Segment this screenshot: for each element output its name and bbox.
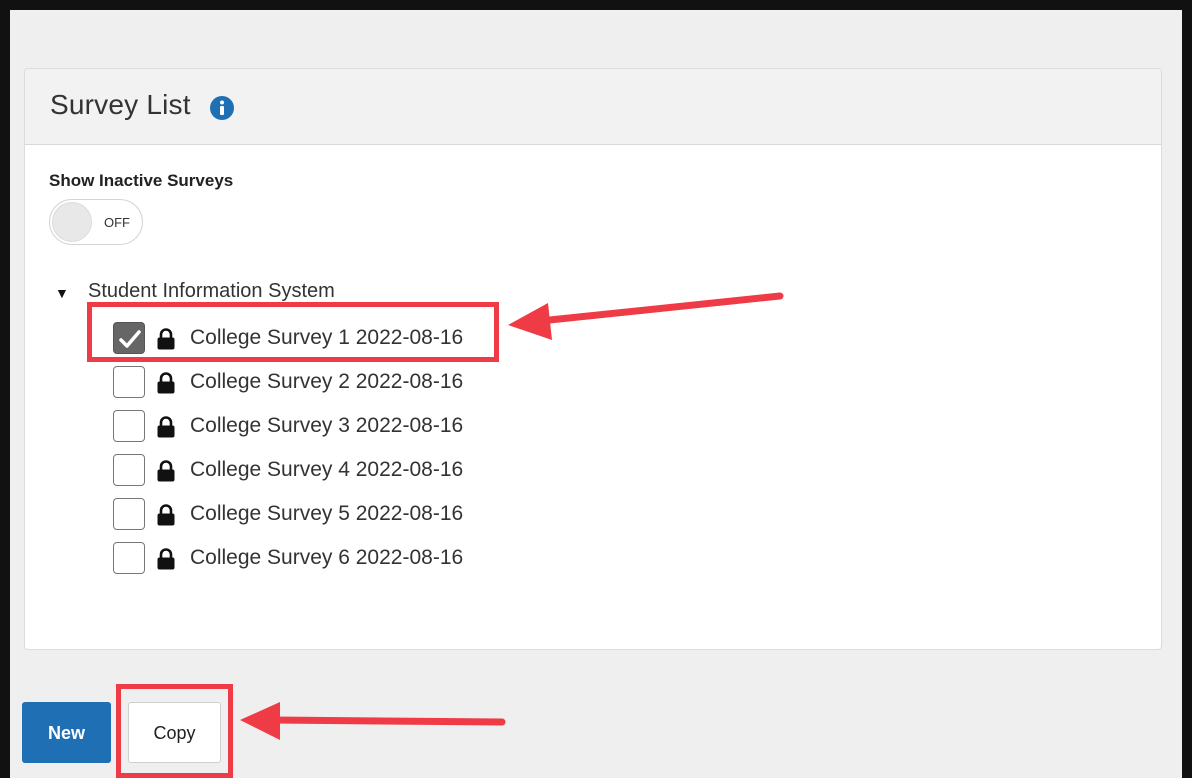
lock-icon: [157, 504, 175, 526]
show-inactive-toggle[interactable]: OFF: [49, 199, 143, 245]
highlight-box-survey-1: [87, 302, 499, 362]
toggle-knob: [52, 202, 92, 242]
panel-header: Survey List: [25, 69, 1161, 145]
survey-checkbox[interactable]: [113, 454, 145, 486]
lock-icon: [157, 548, 175, 570]
arrow-icon: [240, 702, 506, 740]
survey-checkbox[interactable]: [113, 366, 145, 398]
arrow-icon: [508, 292, 784, 340]
toggle-state-text: OFF: [104, 215, 130, 230]
survey-checkbox[interactable]: [113, 542, 145, 574]
lock-icon: [157, 416, 175, 438]
survey-label[interactable]: College Survey 5 2022-08-16: [190, 502, 463, 526]
copy-button[interactable]: Copy: [128, 702, 221, 763]
info-icon[interactable]: [210, 96, 234, 120]
survey-checkbox[interactable]: [113, 410, 145, 442]
survey-label[interactable]: College Survey 3 2022-08-16: [190, 414, 463, 438]
survey-label[interactable]: College Survey 4 2022-08-16: [190, 458, 463, 482]
lock-icon: [157, 460, 175, 482]
tree-root-label[interactable]: Student Information System: [88, 280, 335, 303]
new-button[interactable]: New: [22, 702, 111, 763]
show-inactive-label: Show Inactive Surveys: [49, 171, 234, 190]
lock-icon: [157, 372, 175, 394]
caret-down-icon[interactable]: ▼: [55, 285, 69, 301]
page-title: Survey List: [50, 89, 191, 120]
survey-checkbox[interactable]: [113, 498, 145, 530]
survey-label[interactable]: College Survey 2 2022-08-16: [190, 370, 463, 394]
survey-label[interactable]: College Survey 6 2022-08-16: [190, 546, 463, 570]
